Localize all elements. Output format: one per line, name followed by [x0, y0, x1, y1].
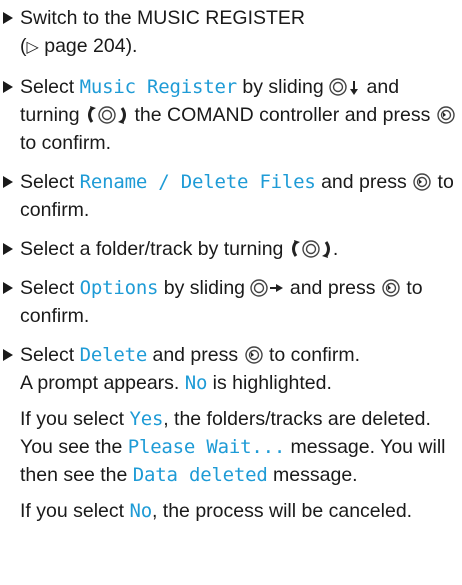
bullet-arrow-icon: [3, 243, 13, 255]
step-text: Select: [20, 76, 80, 98]
step-text: , the process will be canceled.: [151, 500, 413, 522]
step-text: and press: [284, 277, 381, 299]
keyword-yes: Yes: [129, 408, 164, 430]
step-text: by sliding: [158, 277, 251, 299]
step-text: page 204).: [38, 35, 138, 57]
bullet-arrow-icon: [3, 12, 13, 24]
step-text: Select: [20, 277, 80, 299]
keyword-no: No: [184, 372, 208, 394]
step-text: to confirm.: [20, 132, 112, 154]
step-6: Select Delete and press to confirm. A pr…: [0, 341, 462, 525]
keyword-music-register: Music Register: [79, 76, 238, 98]
step-text: is highlighted.: [207, 372, 332, 394]
bullet-arrow-icon: [3, 282, 13, 294]
paragraph-no: If you select No, the process will be ca…: [20, 497, 462, 525]
bullet-arrow-icon: [3, 176, 13, 188]
slide-right-controller-icon: [250, 278, 284, 298]
step-text: the COMAND controller and press: [129, 104, 436, 126]
step-5: Select Options by sliding and press to c…: [0, 274, 462, 330]
keyword-please-wait: Please Wait...: [127, 436, 286, 458]
keyword-options: Options: [79, 277, 159, 299]
step-text: Select: [20, 344, 80, 366]
bullet-arrow-icon: [3, 349, 13, 361]
step-3: Select Rename / Delete Files and press t…: [0, 168, 462, 224]
step-text: If you select: [20, 500, 130, 522]
step-text: Select a folder/track by turning: [20, 238, 289, 260]
press-controller-icon: [436, 105, 456, 125]
bullet-arrow-icon: [3, 81, 13, 93]
keyword-delete: Delete: [79, 344, 148, 366]
step-2: Select Music Register by sliding and tur…: [0, 73, 462, 157]
step-text: .: [332, 238, 339, 260]
press-controller-icon: [412, 172, 432, 192]
step-text: and press: [147, 344, 244, 366]
keyword-rename-delete-files: Rename / Delete Files: [79, 171, 316, 193]
slide-down-controller-icon: [329, 77, 359, 97]
step-text: by sliding: [236, 76, 330, 98]
step-text: Switch to the MUSIC REGISTER: [20, 7, 305, 29]
step-text: Select: [20, 171, 80, 193]
keyword-no: No: [129, 500, 152, 522]
step-text: and press: [315, 171, 413, 193]
keyword-data-deleted: Data deleted: [132, 464, 268, 486]
press-controller-icon: [244, 345, 264, 365]
step-text: message.: [267, 464, 358, 486]
press-controller-icon: [381, 278, 401, 298]
step-4: Select a folder/track by turning .: [0, 235, 462, 263]
step-text: If you select: [20, 408, 130, 430]
step-text: to confirm.: [263, 344, 360, 366]
instruction-list: Switch to the MUSIC REGISTER (▷ page 204…: [0, 4, 462, 536]
step-1: Switch to the MUSIC REGISTER (▷ page 204…: [0, 4, 462, 62]
paragraph-yes: If you select Yes, the folders/tracks ar…: [20, 405, 462, 489]
turn-controller-icon: [289, 239, 333, 259]
step-text: A prompt appears.: [20, 372, 185, 394]
page-ref-arrow-icon: ▷: [26, 39, 39, 56]
turn-controller-icon: [85, 105, 129, 125]
